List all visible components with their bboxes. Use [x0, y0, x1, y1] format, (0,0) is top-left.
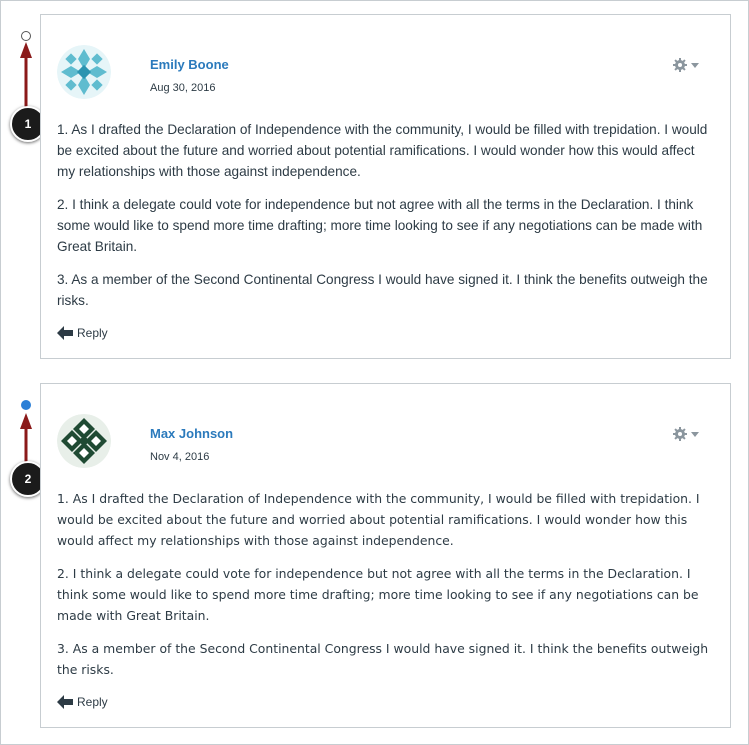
reply-button[interactable]: Reply — [57, 695, 108, 709]
reply-label: Reply — [77, 695, 108, 709]
reply-arrow-icon — [57, 695, 73, 709]
callout-arrow-icon — [20, 42, 32, 114]
teal-geometric-avatar-icon[interactable] — [57, 45, 111, 99]
post-date: Nov 4, 2016 — [150, 451, 210, 463]
callout-arrow-icon — [20, 413, 32, 465]
reply-button[interactable]: Reply — [57, 326, 108, 340]
post-paragraph: 1. As I drafted the Declaration of Indep… — [57, 491, 700, 548]
author-name-link[interactable]: Emily Boone — [150, 57, 229, 72]
gear-icon — [673, 58, 699, 72]
settings-menu-button[interactable] — [672, 426, 702, 442]
settings-menu-button[interactable] — [672, 57, 702, 73]
author-name-link[interactable]: Max Johnson — [150, 426, 233, 441]
gear-icon — [673, 427, 699, 441]
post-body: 1. As I drafted the Declaration of Indep… — [57, 488, 716, 692]
post-body: 1. As I drafted the Declaration of Indep… — [57, 119, 716, 323]
chevron-down-icon — [691, 432, 699, 437]
chevron-down-icon — [691, 63, 699, 68]
post-paragraph: 3. As a member of the Second Continental… — [57, 641, 709, 677]
reply-label: Reply — [77, 326, 108, 340]
unread-status-indicator[interactable] — [21, 400, 31, 410]
discussion-entry: Emily Boone Aug 30, 2016 1. As I drafted… — [40, 14, 731, 359]
green-geometric-avatar-icon[interactable] — [57, 414, 111, 468]
post-paragraph: 2. I think a delegate could vote for ind… — [57, 197, 703, 254]
discussion-entry: Max Johnson Nov 4, 2016 1. As I drafted … — [40, 383, 731, 728]
post-paragraph: 1. As I drafted the Declaration of Indep… — [57, 122, 708, 179]
read-status-indicator[interactable] — [21, 31, 31, 41]
post-date: Aug 30, 2016 — [150, 82, 216, 94]
post-paragraph: 3. As a member of the Second Continental… — [57, 272, 708, 308]
post-paragraph: 2. I think a delegate could vote for ind… — [57, 566, 699, 623]
reply-arrow-icon — [57, 326, 73, 340]
